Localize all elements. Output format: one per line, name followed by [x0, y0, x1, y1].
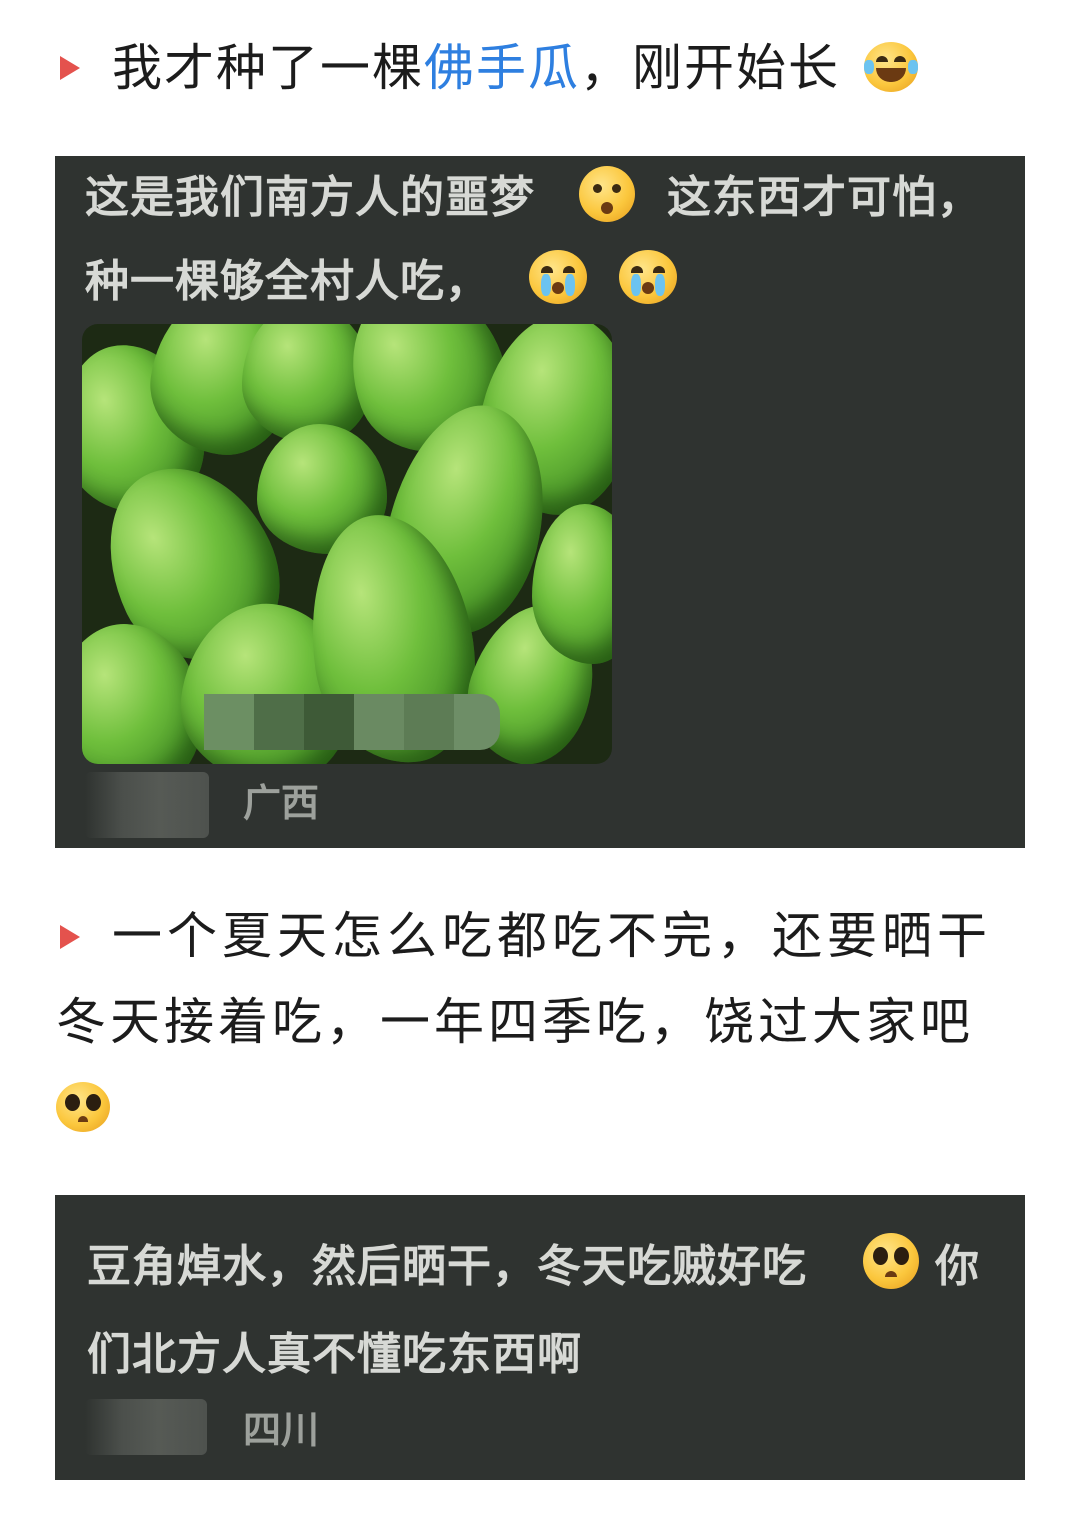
comment-2-line-2: 们北方人真不懂吃东西啊	[87, 1329, 582, 1380]
pleading-face-emoji-icon	[56, 1082, 110, 1132]
heading-text-pre: 我才种了一棵	[112, 39, 424, 97]
comment-1-location: 广西	[243, 781, 320, 825]
comment-2-line-1b: 你	[935, 1241, 980, 1292]
section-2-line-1: 一个夏天怎么吃都吃不完，还要晒干	[112, 907, 992, 965]
crying-face-emoji-icon	[529, 250, 587, 304]
comment-screenshot-1: 这是我们南方人的噩梦 这东西才可怕， 种一棵够全村人吃， 广西	[55, 156, 1025, 848]
bullet-triangle-icon	[60, 925, 80, 949]
comment-2-location: 四川	[243, 1408, 320, 1452]
heading-highlight-link[interactable]: 佛手瓜	[424, 39, 580, 97]
section-heading-1: 我才种了一棵佛手瓜，刚开始长	[112, 38, 840, 98]
pleading-face-emoji-icon	[863, 1233, 919, 1289]
bullet-triangle-icon	[60, 56, 80, 80]
crying-face-emoji-icon	[619, 250, 677, 304]
comment-1-line-1b: 这东西才可怕，	[667, 172, 982, 223]
comment-1-line-1a: 这是我们南方人的噩梦	[85, 172, 535, 223]
blurred-username	[85, 772, 209, 838]
heading-text-post: ，刚开始长	[580, 39, 840, 97]
blurred-username	[85, 1399, 207, 1455]
tears-of-joy-emoji-icon	[864, 42, 918, 92]
comment-1-line-2: 种一棵够全村人吃，	[85, 256, 490, 307]
dizzy-face-emoji-icon	[579, 166, 635, 222]
comment-screenshot-2: 豆角焯水，然后晒干，冬天吃贼好吃 你 们北方人真不懂吃东西啊 四川	[55, 1195, 1025, 1480]
section-2-line-2: 冬天接着吃，一年四季吃，饶过大家吧	[56, 993, 974, 1051]
chayote-photo[interactable]	[82, 324, 612, 764]
comment-2-line-1a: 豆角焯水，然后晒干，冬天吃贼好吃	[87, 1241, 807, 1292]
